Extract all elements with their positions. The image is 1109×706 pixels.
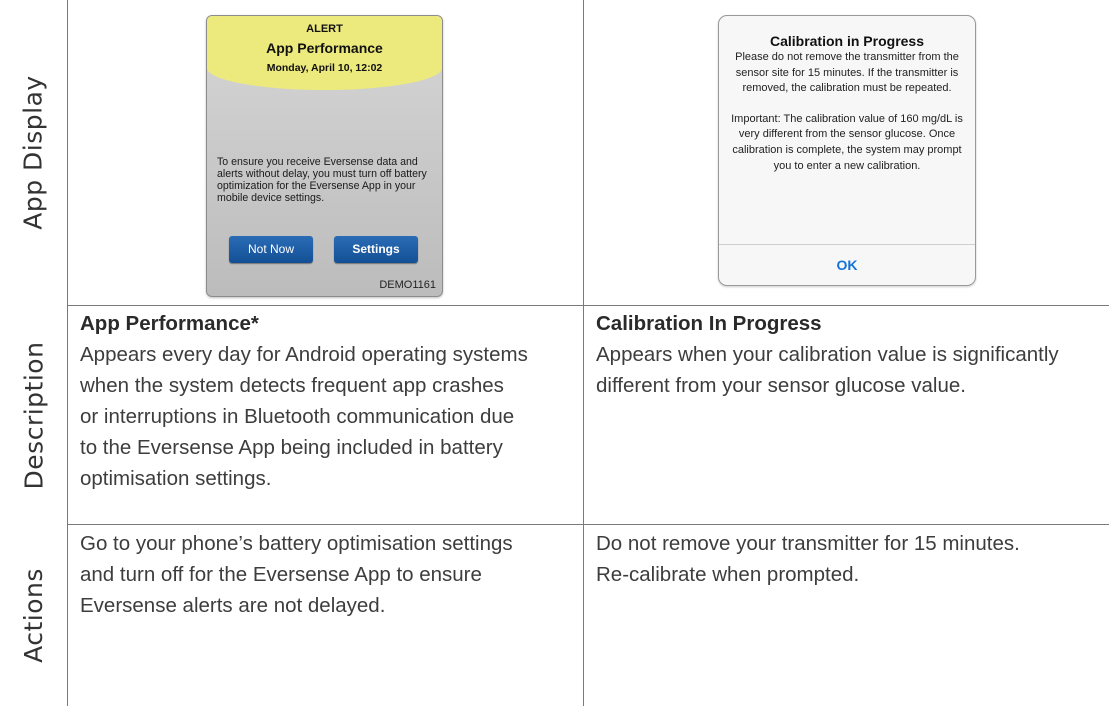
actions-left-cell: Go to your phone’s battery optimisation … [80, 528, 575, 621]
description-left-line-1: Appears every day for Android operating … [80, 343, 528, 366]
ios-alert-body-gap [727, 97, 967, 112]
description-left-line-5: optimisation settings. [80, 467, 272, 490]
description-right-line-1: Appears when your calibration value is s… [596, 343, 1059, 366]
table-divider-row-2 [67, 524, 1109, 525]
actions-left-line-1: Go to your phone’s battery optimisation … [80, 532, 513, 555]
actions-right-line-1: Do not remove your transmitter for 15 mi… [596, 532, 1020, 555]
settings-button[interactable]: Settings [334, 236, 418, 263]
description-left-line-3: or interruptions in Bluetooth communicat… [80, 405, 515, 428]
description-right-line-2: different from your sensor glucose value… [596, 374, 966, 397]
android-alert-screenshot: ALERT App Performance Monday, April 10, … [206, 15, 443, 297]
ios-alert-body-paragraph-2: Important: The calibration value of 160 … [731, 112, 963, 172]
table-divider-row-1 [67, 305, 1109, 306]
description-right-cell: Calibration In Progress Appears when you… [596, 308, 1101, 401]
android-alert-datetime: Monday, April 10, 12:02 [266, 62, 383, 74]
actions-right-line-2: Re-calibrate when prompted. [596, 563, 860, 586]
description-left-line-2: when the system detects frequent app cra… [80, 374, 504, 397]
row-label-app-display-text: App Display [19, 75, 49, 230]
description-right-title: Calibration In Progress [596, 312, 822, 335]
android-alert-tag: ALERT [306, 23, 343, 35]
ios-alert-body: Please do not remove the transmitter fro… [719, 50, 975, 174]
ios-alert-title: Calibration in Progress [769, 33, 925, 49]
row-label-actions: Actions [0, 525, 67, 706]
table-divider-label-column [67, 0, 68, 706]
row-label-description-text: Description [19, 341, 49, 489]
android-alert-message: To ensure you receive Eversense data and… [217, 156, 427, 204]
row-label-app-display: App Display [0, 0, 67, 305]
description-left-cell: App Performance* Appears every day for A… [80, 308, 575, 494]
ios-alert-body-paragraph-1: Please do not remove the transmitter fro… [735, 51, 959, 95]
row-label-actions-text: Actions [19, 568, 49, 663]
table-divider-middle [583, 0, 584, 706]
row-label-description: Description [0, 306, 67, 524]
not-now-button[interactable]: Not Now [229, 236, 313, 263]
android-alert-header: ALERT App Performance Monday, April 10, … [207, 16, 442, 90]
alert-reference-table: App Display Description Actions ALERT Ap… [0, 0, 1109, 706]
ios-alert-screenshot: Calibration in Progress Please do not re… [718, 15, 976, 286]
actions-right-cell: Do not remove your transmitter for 15 mi… [596, 528, 1101, 590]
actions-left-line-3: Eversense alerts are not delayed. [80, 594, 386, 617]
description-left-title: App Performance* [80, 312, 259, 335]
android-alert-code: DEMO1161 [379, 279, 436, 291]
android-alert-title: App Performance [266, 40, 383, 56]
actions-left-line-2: and turn off for the Eversense App to en… [80, 563, 482, 586]
ok-button[interactable]: OK [719, 245, 975, 285]
description-left-line-4: to the Eversense App being included in b… [80, 436, 503, 459]
